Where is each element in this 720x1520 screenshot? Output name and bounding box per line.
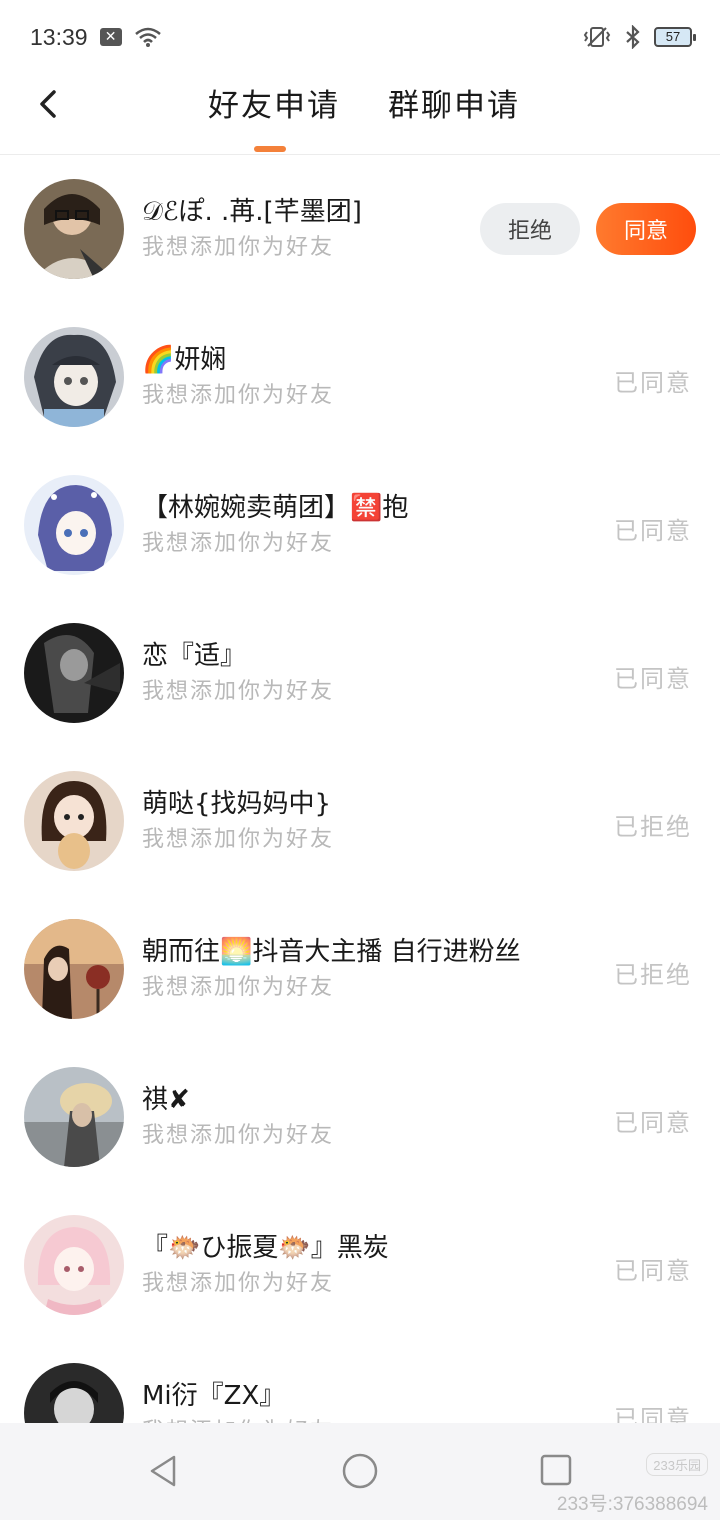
- request-status: 已同意: [614, 369, 692, 397]
- nickname: 萌哒{找妈妈中}: [142, 789, 332, 819]
- request-item[interactable]: 🌈妍娴 我想添加你为好友 已同意: [0, 303, 720, 451]
- header: 好友申请 群聊申请: [0, 74, 720, 155]
- nickname: 恋『适』: [142, 641, 247, 671]
- status-left: 13:39 ✕: [30, 24, 162, 51]
- reject-button[interactable]: 拒绝: [480, 203, 580, 255]
- avatar[interactable]: [24, 1215, 124, 1315]
- avatar[interactable]: [24, 623, 124, 723]
- request-status: 已同意: [614, 1109, 692, 1137]
- status-bar: 13:39 ✕ 57: [0, 0, 720, 74]
- nickname: Mi衍『ZX』: [142, 1381, 286, 1411]
- avatar[interactable]: [24, 327, 124, 427]
- square-recent-icon[interactable]: [540, 1454, 572, 1486]
- accept-button[interactable]: 同意: [596, 203, 696, 255]
- wifi-icon: [134, 27, 161, 47]
- watermark-logo: 233乐园: [646, 1453, 708, 1476]
- request-message: 我想添加你为好友: [142, 975, 335, 1000]
- bluetooth-icon: [626, 25, 640, 49]
- request-message: 我想添加你为好友: [142, 383, 335, 408]
- status-time: 13:39: [30, 23, 88, 50]
- tab-friend-requests[interactable]: 好友申请: [208, 80, 338, 126]
- nickname: 朝而往🌅抖音大主播 自行进粉丝: [142, 937, 521, 967]
- watermark-id: 233号:376388694: [556, 1494, 708, 1515]
- tab-group-requests[interactable]: 群聊申请: [388, 80, 518, 126]
- nickname: 祺✘: [142, 1085, 190, 1115]
- system-nav-bar: 233乐园 233号:376388694: [0, 1423, 720, 1520]
- x-icon: ✕: [99, 28, 122, 46]
- avatar[interactable]: [24, 1363, 124, 1423]
- nickname: 𝒟ℰぽ. .苒.[芊墨团]: [142, 197, 362, 227]
- request-item[interactable]: 𝒟ℰぽ. .苒.[芊墨团] 我想添加你为好友 拒绝 同意: [0, 155, 720, 303]
- tabs: 好友申请 群聊申请: [0, 74, 720, 154]
- vibrate-icon: [583, 27, 611, 47]
- avatar[interactable]: [24, 179, 124, 279]
- request-status: 已拒绝: [614, 813, 692, 841]
- active-tab-indicator: [254, 146, 286, 152]
- request-message: 我想添加你为好友: [142, 827, 335, 852]
- avatar[interactable]: [24, 919, 124, 1019]
- avatar[interactable]: [24, 475, 124, 575]
- triangle-back-icon[interactable]: [146, 1453, 182, 1489]
- request-message: 我想添加你为好友: [142, 235, 335, 260]
- nickname: 【林婉婉卖萌团】🈲抱: [142, 493, 409, 523]
- battery-indicator: 57: [654, 27, 696, 47]
- request-message: 我想添加你为好友: [142, 1413, 334, 1423]
- circle-home-icon[interactable]: [342, 1453, 378, 1489]
- request-status: 已拒绝: [614, 961, 692, 989]
- request-message: 我想添加你为好友: [142, 531, 335, 556]
- request-status: 已同意: [614, 1405, 692, 1423]
- request-item[interactable]: 【林婉婉卖萌团】🈲抱 我想添加你为好友 已同意: [0, 451, 720, 599]
- request-message: 我想添加你为好友: [142, 1271, 335, 1296]
- avatar[interactable]: [24, 1067, 124, 1167]
- request-status: 已同意: [614, 1257, 692, 1285]
- friend-request-list: 𝒟ℰぽ. .苒.[芊墨团] 我想添加你为好友 拒绝 同意 🌈妍娴 我想添加你为好…: [0, 155, 720, 1423]
- request-status: 已同意: [614, 665, 692, 693]
- request-item[interactable]: 恋『适』 我想添加你为好友 已同意: [0, 599, 720, 747]
- nickname: 🌈妍娴: [142, 345, 227, 375]
- request-item[interactable]: 『🐡ひ振夏🐡』黑炭 我想添加你为好友 已同意: [0, 1191, 720, 1339]
- request-item[interactable]: 祺✘ 我想添加你为好友 已同意: [0, 1043, 720, 1191]
- request-status: 已同意: [614, 517, 692, 545]
- status-right: 57: [582, 25, 696, 49]
- request-message: 我想添加你为好友: [142, 1123, 335, 1148]
- nickname: 『🐡ひ振夏🐡』黑炭: [142, 1233, 389, 1263]
- request-message: 我想添加你为好友: [142, 679, 335, 704]
- request-item[interactable]: 朝而往🌅抖音大主播 自行进粉丝 我想添加你为好友 已拒绝: [0, 895, 720, 1043]
- request-item[interactable]: 萌哒{找妈妈中} 我想添加你为好友 已拒绝: [0, 747, 720, 895]
- request-item[interactable]: Mi衍『ZX』 我想添加你为好友 已同意: [0, 1339, 720, 1423]
- avatar[interactable]: [24, 771, 124, 871]
